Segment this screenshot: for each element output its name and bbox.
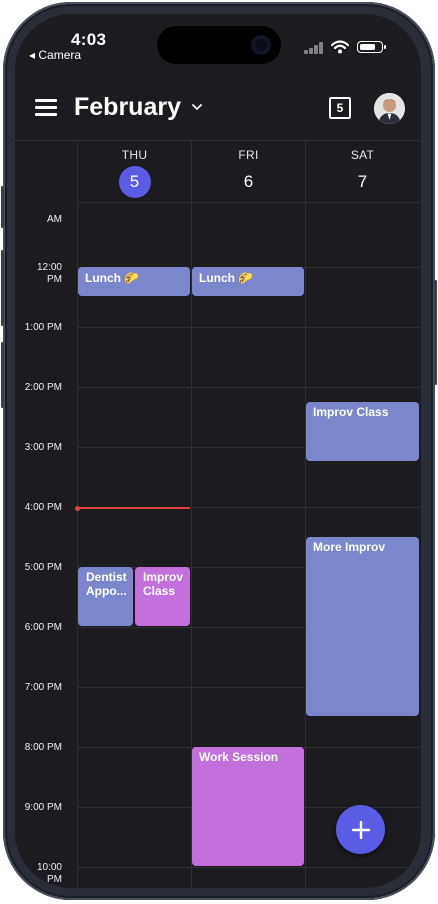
hour-label: 1:00 PM (24, 322, 62, 333)
day-header-fri[interactable]: FRI 6 (192, 148, 305, 198)
day-name: FRI (238, 148, 259, 162)
hour-label: 3:00 PM (24, 442, 62, 453)
hamburger-icon[interactable] (35, 98, 57, 116)
battery-icon (357, 41, 386, 53)
current-time-indicator (77, 507, 190, 509)
plus-icon (351, 820, 370, 839)
hour-label: AM (47, 214, 62, 225)
status-time: 4:03 (71, 30, 107, 49)
hour-label: 6:00 PM (24, 622, 62, 633)
phone-side-button (1, 186, 4, 228)
current-time-dot (75, 505, 80, 511)
camera-icon (251, 35, 271, 55)
hour-label: 9:00 PM (24, 802, 62, 813)
screen: 4:03 ◂ Camera February 5 THU 5 FRI 6 SAT… (15, 14, 421, 888)
hour-label: 10:00 PM (36, 862, 62, 885)
event-thu-dentist[interactable]: Dentist Appo... (78, 567, 133, 626)
event-thu-lunch[interactable]: Lunch 🌮 (78, 267, 190, 296)
back-to-camera-link[interactable]: ◂ Camera (29, 48, 81, 62)
phone-side-button (1, 342, 4, 408)
wifi-icon (331, 40, 349, 54)
hour-label: 8:00 PM (24, 742, 62, 753)
month-title[interactable]: February (74, 93, 181, 122)
gridline (305, 140, 306, 888)
avatar[interactable] (374, 93, 405, 124)
hour-label: 12:00 PM (36, 262, 62, 285)
hour-label: 5:00 PM (24, 562, 62, 573)
calendar-today-icon[interactable]: 5 (329, 97, 351, 119)
hour-label: 7:00 PM (24, 682, 62, 693)
day-name: THU (121, 148, 148, 162)
phone-side-button (434, 280, 437, 385)
hour-line (77, 327, 421, 328)
week-grid: THU 5 FRI 6 SAT 7 AM 12:00 PM 1:00 PM 2:… (15, 140, 421, 888)
hour-line (77, 387, 421, 388)
dynamic-island (157, 26, 281, 64)
hour-line (77, 867, 421, 868)
event-sat-improv-class[interactable]: Improv Class (306, 402, 419, 461)
gridline (77, 140, 78, 888)
hour-label: 2:00 PM (24, 382, 62, 393)
chevron-down-icon[interactable] (191, 101, 203, 113)
day-number-today: 5 (118, 166, 151, 198)
event-fri-lunch[interactable]: Lunch 🌮 (192, 267, 304, 296)
day-number: 6 (243, 172, 254, 191)
day-header-sat[interactable]: SAT 7 (306, 148, 419, 198)
hour-line (77, 202, 421, 203)
day-header-thu[interactable]: THU 5 (78, 148, 191, 198)
phone-side-button (1, 250, 4, 326)
event-sat-more-improv[interactable]: More Improv (306, 537, 419, 716)
event-thu-improv-class[interactable]: Improv Class (135, 567, 190, 626)
day-number: 7 (357, 172, 368, 191)
signal-icon (304, 42, 326, 54)
hour-label: 4:00 PM (24, 502, 62, 513)
day-name: SAT (350, 148, 375, 162)
gridline (15, 140, 421, 141)
add-event-button[interactable] (336, 805, 385, 854)
avatar-image (374, 93, 405, 124)
event-fri-work-session[interactable]: Work Session (192, 747, 304, 866)
